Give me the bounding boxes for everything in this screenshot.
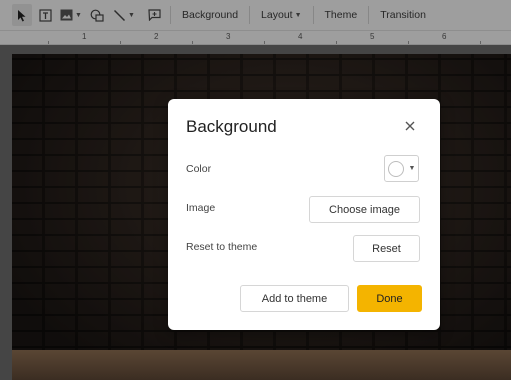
color-label: Color xyxy=(186,163,212,175)
add-to-theme-button[interactable]: Add to theme xyxy=(240,285,349,312)
choose-image-button[interactable]: Choose image xyxy=(309,196,420,223)
reset-to-theme-label: Reset to theme xyxy=(186,241,258,253)
slide-floor xyxy=(12,350,511,380)
chevron-down-icon: ▼ xyxy=(408,165,416,172)
color-picker-button[interactable]: ▼ xyxy=(384,155,419,182)
close-icon xyxy=(405,121,415,131)
done-button[interactable]: Done xyxy=(357,285,422,312)
dialog-title: Background xyxy=(186,117,277,136)
reset-button[interactable]: Reset xyxy=(353,235,420,262)
image-label: Image xyxy=(186,202,216,214)
background-dialog: Background Color ▼ Image Choose image Re… xyxy=(168,99,440,330)
close-button[interactable] xyxy=(402,118,418,134)
color-swatch xyxy=(387,160,404,177)
